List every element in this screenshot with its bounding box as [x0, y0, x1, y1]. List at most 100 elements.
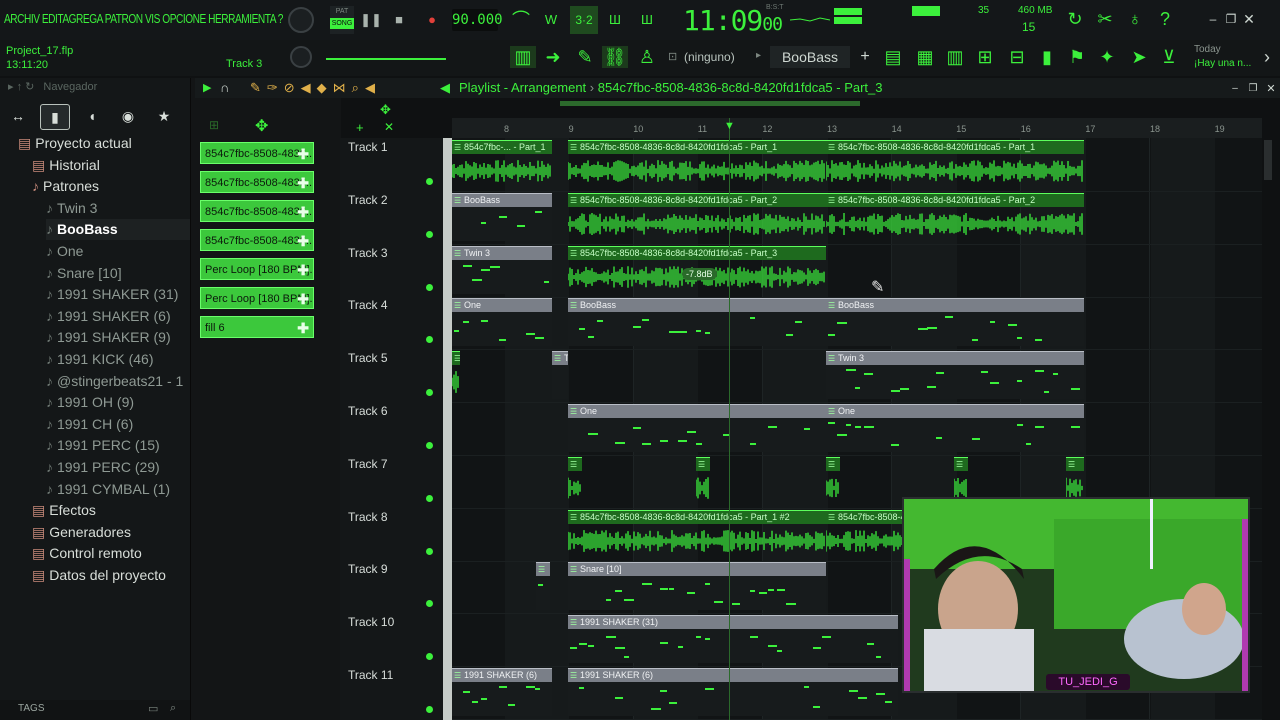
- tree-item[interactable]: ♪ @stingerbeats21 - 1: [46, 371, 183, 392]
- piano-roll-icon[interactable]: ▥: [942, 46, 968, 68]
- track-name[interactable]: Track 6: [348, 404, 388, 418]
- clip-menu-icon[interactable]: ☰: [454, 247, 461, 260]
- add-pattern-icon[interactable]: +: [852, 46, 878, 68]
- wand-icon[interactable]: ✦: [1094, 46, 1120, 68]
- tree-item[interactable]: ♪ 1991 CYMBAL (1): [46, 479, 170, 500]
- track-enable-led[interactable]: [426, 706, 433, 713]
- channel-add-icon[interactable]: ✚: [297, 259, 309, 279]
- track-enable-led[interactable]: [426, 283, 433, 291]
- tree-item[interactable]: ▤ Efectos: [32, 500, 96, 521]
- pattern-clip[interactable]: ☰ One: [826, 404, 1084, 452]
- clip-menu-icon[interactable]: ☰: [570, 299, 577, 312]
- tab-project-icon[interactable]: ▮: [40, 104, 70, 130]
- metronome-icon[interactable]: ⌒: [508, 9, 534, 31]
- clip-menu-icon[interactable]: ☰: [828, 194, 835, 207]
- track-name[interactable]: Track 5: [348, 351, 388, 365]
- pattern-clip[interactable]: ☰Twin 3: [452, 245, 552, 294]
- audio-clip[interactable]: ☰: [696, 456, 710, 505]
- track-enable-led[interactable]: [426, 547, 433, 555]
- mixer-icon[interactable]: ⊞: [972, 46, 998, 68]
- track-name[interactable]: Track 4: [348, 298, 388, 312]
- news-panel[interactable]: Today ¡Hay una n...: [1194, 43, 1251, 71]
- pattern-clip[interactable]: ☰ BooBass: [452, 192, 552, 241]
- channel-item[interactable]: 854c7fbc-8508-4836... ✚: [200, 229, 314, 251]
- pattern-clip[interactable]: ☰ 1991 SHAKER (31): [568, 615, 898, 664]
- tree-item[interactable]: ▤ Datos del proyecto: [32, 565, 166, 586]
- countdown-icon[interactable]: 3·2: [570, 6, 598, 34]
- track-name[interactable]: Track 9: [348, 562, 388, 576]
- pattern-clip[interactable]: ☰ One: [568, 404, 826, 452]
- speaker-icon[interactable]: ◀: [440, 80, 450, 96]
- channel-add-icon[interactable]: ✚: [297, 230, 309, 250]
- clip-menu-icon[interactable]: ☰: [454, 194, 461, 207]
- clip-menu-icon[interactable]: ☰: [1068, 458, 1075, 471]
- master-volume-knob[interactable]: [288, 7, 314, 33]
- clip-menu-icon[interactable]: ☰: [570, 616, 577, 629]
- channel-add-icon[interactable]: ✚: [297, 172, 309, 192]
- file-icon[interactable]: ▮: [1034, 46, 1060, 68]
- clip-menu-icon[interactable]: ☰: [454, 352, 460, 365]
- news-next-icon[interactable]: ›: [1254, 46, 1280, 68]
- pattern-clip[interactable]: ☰Twin 3: [552, 351, 568, 400]
- browser-icon[interactable]: ⊟: [1004, 46, 1030, 68]
- track-scroll-strip[interactable]: [443, 138, 452, 720]
- folder-icon[interactable]: ▭: [148, 702, 158, 715]
- audio-clip[interactable]: ☰854c7fbc-8508-4836-8c8d-8420fd1fdca5: [826, 509, 904, 558]
- track-enable-led[interactable]: [426, 389, 433, 397]
- tree-item[interactable]: ♪ One: [46, 241, 83, 262]
- clip-menu-icon[interactable]: ☰: [570, 458, 577, 471]
- tree-item[interactable]: ▤ Historial: [32, 155, 100, 176]
- channel-item[interactable]: 854c7fbc-8508-4836... ✚: [200, 142, 314, 164]
- microphone-icon[interactable]: ♁: [1122, 8, 1148, 30]
- channel-item[interactable]: 854c7fbc-8508-4836... ✚: [200, 171, 314, 193]
- clip-menu-icon[interactable]: ☰: [570, 141, 577, 154]
- track-name[interactable]: Track 7: [348, 457, 388, 471]
- pitch-slider[interactable]: [326, 52, 446, 60]
- track-enable-led[interactable]: [426, 600, 433, 608]
- track-enable-led[interactable]: [426, 442, 433, 449]
- audio-clip[interactable]: ☰ 854c7fbc-8508-4836-8c8d-8420fd1fdca5 - …: [568, 140, 826, 188]
- main-menu[interactable]: ARCHIV EDITAGREGA PATRON VIS OPCIONE HER…: [4, 11, 283, 26]
- play-icon[interactable]: ▶: [203, 81, 211, 94]
- snap-selector[interactable]: (ninguno): [684, 50, 735, 64]
- clip-menu-icon[interactable]: ☰: [828, 511, 835, 524]
- tab-audio-icon[interactable]: ◖: [78, 104, 106, 128]
- add-track-icon[interactable]: +: [356, 120, 364, 135]
- tab-favorites-icon[interactable]: ★: [150, 104, 178, 128]
- clip-menu-icon[interactable]: ☰: [570, 194, 577, 207]
- clip-menu-icon[interactable]: ☰: [570, 405, 577, 418]
- tree-item[interactable]: ♪ 1991 SHAKER (6): [46, 306, 171, 327]
- clip-menu-icon[interactable]: ☰: [538, 563, 545, 576]
- pattern-clip[interactable]: ☰ BooBass: [568, 298, 826, 347]
- channel-add-icon[interactable]: ✚: [297, 288, 309, 308]
- stamp-icon[interactable]: ♙: [634, 46, 660, 68]
- clip-menu-icon[interactable]: ☰: [454, 141, 461, 154]
- channel-add-icon[interactable]: ✚: [297, 143, 309, 163]
- playlist-scrollbar[interactable]: [560, 101, 860, 106]
- timeline-ruler[interactable]: 8 9 10 11 12 13 14 15 16 17 18 19: [452, 118, 1262, 138]
- clip-menu-icon[interactable]: ☰: [554, 352, 561, 365]
- plugin-icon[interactable]: ⚑: [1064, 46, 1090, 68]
- pattern-clip[interactable]: ☰: [536, 562, 550, 611]
- tree-item[interactable]: ♪ 1991 KICK (46): [46, 349, 154, 370]
- send-icon[interactable]: ➤: [1126, 46, 1152, 68]
- picker-move-icon[interactable]: ✥: [255, 116, 268, 136]
- playhead-marker-icon[interactable]: ▼: [724, 120, 735, 132]
- playlist-icon[interactable]: ▤: [880, 46, 906, 68]
- magnet-icon[interactable]: ∩: [220, 80, 229, 95]
- track-name[interactable]: Track 11: [348, 668, 393, 682]
- tempo-display[interactable]: 90.000: [452, 9, 503, 31]
- pattern-clip[interactable]: ☰Twin 3: [826, 351, 1084, 400]
- pattern-clip[interactable]: ☰ BooBass: [826, 298, 1084, 347]
- tree-item[interactable]: ♪ 1991 PERC (29): [46, 457, 160, 478]
- pattern-clip[interactable]: ☰ 1991 SHAKER (6): [452, 668, 552, 716]
- clip-menu-icon[interactable]: ☰: [570, 247, 577, 260]
- tree-item[interactable]: ♪ Patrones: [32, 176, 99, 197]
- restart-icon[interactable]: ↻: [1062, 8, 1088, 30]
- audio-clip[interactable]: ☰ 854c7fbc-8508-4836-8c8d-8420fd1fdca5 - …: [826, 140, 1084, 188]
- audio-clip[interactable]: ☰: [826, 456, 840, 505]
- tools-icon[interactable]: ✂: [1092, 8, 1118, 30]
- pattern-prev-icon[interactable]: ▸: [756, 50, 761, 61]
- playlist-close-icon[interactable]: ✕: [1258, 78, 1280, 100]
- move-view-icon[interactable]: ✥: [380, 102, 391, 118]
